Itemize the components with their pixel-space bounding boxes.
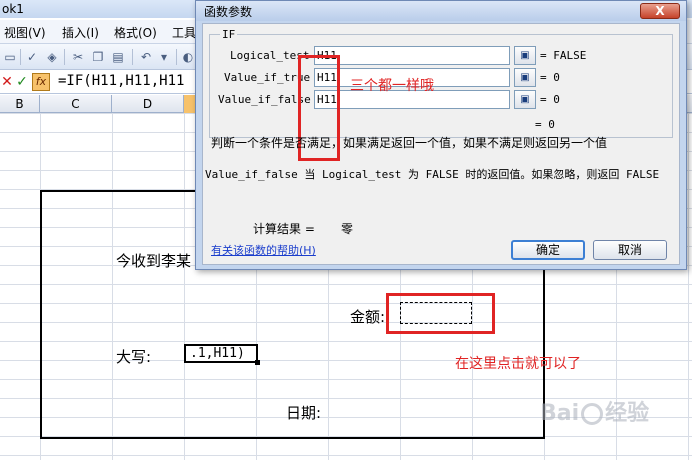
- same-annotation: 三个都一样哦: [350, 78, 434, 94]
- dialog-body: IF Logical_test H11 ▣ = FALSE Value_if_t…: [202, 23, 680, 265]
- collapse-dialog-icon[interactable]: ▣: [514, 90, 536, 109]
- arg-result-logical-test: = FALSE: [540, 49, 587, 62]
- arguments-group: IF Logical_test H11 ▣ = FALSE Value_if_t…: [209, 28, 673, 161]
- function-description: 判断一个条件是否满足，如果满足返回一个值，如果不满足则返回另一个值: [211, 136, 608, 150]
- toolbar-separator: [176, 49, 177, 65]
- toolbar-separator: [20, 49, 21, 65]
- toolbar-icon[interactable]: ▭: [2, 49, 18, 65]
- watermark-text-left: Bai: [540, 401, 580, 426]
- uppercase-label: 大写:: [116, 348, 152, 366]
- click-here-annotation: 在这里点击就可以了: [455, 356, 581, 372]
- dialog-title: 函数参数: [204, 5, 253, 19]
- function-help-link[interactable]: 有关该函数的帮助(H): [211, 242, 316, 258]
- calc-result-value: 零: [341, 222, 354, 236]
- received-text: 今收到李某: [116, 252, 192, 270]
- baidu-watermark: Bai 经验: [540, 395, 649, 427]
- paste-icon[interactable]: ▤: [110, 49, 126, 65]
- menu-tools[interactable]: 工具: [172, 24, 196, 41]
- function-arguments-dialog: 函数参数 X IF Logical_test H11 ▣ = FALSE Val…: [195, 0, 687, 270]
- research-icon[interactable]: ◈: [44, 49, 60, 65]
- collapse-dialog-icon[interactable]: ▣: [514, 46, 536, 65]
- copy-icon[interactable]: ❐: [90, 49, 106, 65]
- arg-label-value-if-false: Value_if_false: [218, 93, 311, 106]
- watermark-text-right: 经验: [605, 401, 650, 426]
- ok-button[interactable]: 确定: [511, 240, 585, 260]
- enter-formula-icon[interactable]: ✓: [14, 73, 30, 91]
- function-name: IF: [220, 28, 238, 41]
- highlight-box-amount: [386, 293, 495, 334]
- active-cell[interactable]: .1,H11): [184, 344, 258, 363]
- column-header-b[interactable]: B: [0, 95, 40, 113]
- undo-icon[interactable]: ↶: [138, 49, 154, 65]
- amount-label: 金额:: [350, 308, 386, 326]
- arg-result-value-if-true: = 0: [540, 71, 560, 84]
- column-header-c[interactable]: C: [40, 95, 112, 113]
- argument-description: Value_if_false 当 Logical_test 为 FALSE 时的…: [205, 168, 660, 181]
- cancel-button[interactable]: 取消: [593, 240, 667, 260]
- dialog-title-bar[interactable]: 函数参数 X: [196, 1, 686, 21]
- insert-function-icon[interactable]: fx: [32, 73, 50, 91]
- calc-result-label: 计算结果 =: [253, 222, 315, 236]
- spellcheck-icon[interactable]: ✓: [24, 49, 40, 65]
- active-cell-text: .1,H11): [190, 346, 245, 361]
- paw-icon: [581, 403, 604, 425]
- toolbar-separator: [64, 49, 65, 65]
- collapse-dialog-icon[interactable]: ▣: [514, 68, 536, 87]
- toolbar-icon[interactable]: ◐: [180, 49, 196, 65]
- cut-icon[interactable]: ✂: [70, 49, 86, 65]
- logical-test-input[interactable]: H11: [314, 46, 510, 65]
- menu-insert[interactable]: 插入(I): [62, 24, 99, 41]
- formula-input[interactable]: =IF(H11,H11,H11: [58, 73, 184, 89]
- menu-view[interactable]: 视图(V): [4, 24, 46, 41]
- cancel-formula-icon[interactable]: ✕: [0, 73, 14, 91]
- fill-handle[interactable]: [255, 360, 260, 365]
- toolbar-separator: [132, 49, 133, 65]
- dropdown-arrow-icon[interactable]: ▾: [156, 49, 172, 65]
- menu-format[interactable]: 格式(O): [114, 24, 157, 41]
- overall-result: = 0: [535, 118, 555, 131]
- column-header-d[interactable]: D: [112, 95, 184, 113]
- close-button[interactable]: X: [640, 3, 680, 19]
- date-label: 日期:: [286, 404, 322, 422]
- arg-result-value-if-false: = 0: [540, 93, 560, 106]
- window-title: ok1: [2, 2, 24, 16]
